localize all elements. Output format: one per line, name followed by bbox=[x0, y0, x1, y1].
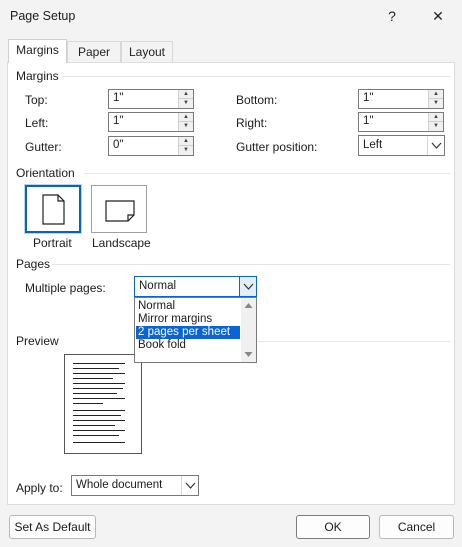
ok-button[interactable]: OK bbox=[296, 515, 370, 539]
gutter-spinner[interactable]: 0" ▲ ▼ bbox=[108, 136, 194, 156]
landscape-label[interactable]: Landscape bbox=[92, 236, 151, 250]
apply-to-label: Apply to: bbox=[16, 481, 63, 495]
spin-down-icon[interactable]: ▼ bbox=[179, 146, 193, 155]
orientation-section-title: Orientation bbox=[16, 166, 75, 180]
dropdown-option-2-pages-per-sheet[interactable]: 2 pages per sheet bbox=[136, 326, 240, 339]
multiple-pages-select[interactable]: Normal bbox=[134, 276, 257, 297]
spin-down-icon[interactable]: ▼ bbox=[179, 122, 193, 131]
spin-up-icon[interactable]: ▲ bbox=[179, 113, 193, 122]
dropdown-scrollbar[interactable] bbox=[241, 298, 256, 362]
close-button[interactable]: ✕ bbox=[418, 3, 458, 29]
preview-divider bbox=[258, 341, 450, 342]
margins-section-title: Margins bbox=[16, 69, 59, 83]
spin-down-icon[interactable]: ▼ bbox=[429, 99, 443, 108]
portrait-label[interactable]: Portrait bbox=[33, 236, 72, 250]
preview-section-title: Preview bbox=[16, 334, 59, 348]
landscape-option[interactable] bbox=[91, 185, 147, 233]
help-button[interactable]: ? bbox=[372, 3, 412, 29]
tab-margins[interactable]: Margins bbox=[8, 39, 67, 63]
chevron-down-icon[interactable] bbox=[181, 476, 198, 495]
tab-paper[interactable]: Paper bbox=[67, 41, 121, 62]
bottom-margin-spinner[interactable]: 1" ▲ ▼ bbox=[358, 89, 444, 109]
gutter-position-value: Left bbox=[363, 139, 383, 151]
spin-down-icon[interactable]: ▼ bbox=[179, 99, 193, 108]
multiple-pages-label: Multiple pages: bbox=[25, 281, 106, 295]
left-margin-value: 1" bbox=[113, 115, 124, 127]
preview-page-thumbnail bbox=[64, 354, 142, 454]
dropdown-option-normal[interactable]: Normal bbox=[136, 300, 240, 313]
right-margin-value: 1" bbox=[363, 115, 374, 127]
gutter-label: Gutter: bbox=[25, 140, 62, 154]
spin-up-icon[interactable]: ▲ bbox=[429, 90, 443, 99]
pages-divider bbox=[52, 264, 450, 265]
pages-section-title: Pages bbox=[16, 257, 51, 271]
top-margin-value: 1" bbox=[113, 92, 124, 104]
chevron-down-icon[interactable] bbox=[427, 136, 444, 155]
left-margin-spinner[interactable]: 1" ▲ ▼ bbox=[108, 112, 194, 132]
scroll-down-icon[interactable] bbox=[241, 348, 256, 360]
left-label: Left: bbox=[25, 116, 49, 130]
bottom-margin-value: 1" bbox=[363, 92, 374, 104]
set-as-default-button[interactable]: Set As Default bbox=[9, 515, 96, 539]
gutter-position-select[interactable]: Left bbox=[358, 135, 445, 156]
window-title: Page Setup bbox=[10, 9, 76, 23]
margins-divider bbox=[62, 76, 450, 77]
cancel-button[interactable]: Cancel bbox=[379, 515, 454, 539]
portrait-option[interactable] bbox=[24, 184, 82, 234]
scroll-up-icon[interactable] bbox=[241, 300, 256, 312]
right-label: Right: bbox=[236, 116, 268, 130]
top-label: Top: bbox=[25, 93, 48, 107]
apply-to-value: Whole document bbox=[76, 479, 163, 491]
spin-up-icon[interactable]: ▲ bbox=[179, 90, 193, 99]
orientation-divider bbox=[84, 173, 450, 174]
gutter-position-label: Gutter position: bbox=[236, 140, 318, 154]
landscape-page-icon bbox=[105, 200, 135, 222]
spin-up-icon[interactable]: ▲ bbox=[429, 113, 443, 122]
dropdown-option-mirror-margins[interactable]: Mirror margins bbox=[136, 313, 240, 326]
chevron-down-icon[interactable] bbox=[239, 277, 256, 296]
top-margin-spinner[interactable]: 1" ▲ ▼ bbox=[108, 89, 194, 109]
portrait-page-icon bbox=[42, 194, 65, 225]
spin-down-icon[interactable]: ▼ bbox=[429, 122, 443, 131]
multiple-pages-dropdown-list: Normal Mirror margins 2 pages per sheet … bbox=[134, 297, 257, 363]
dropdown-option-book-fold[interactable]: Book fold bbox=[136, 339, 240, 352]
bottom-label: Bottom: bbox=[236, 93, 278, 107]
help-icon: ? bbox=[388, 8, 396, 24]
apply-to-select[interactable]: Whole document bbox=[71, 475, 199, 496]
spin-up-icon[interactable]: ▲ bbox=[179, 137, 193, 146]
gutter-value: 0" bbox=[113, 139, 124, 151]
right-margin-spinner[interactable]: 1" ▲ ▼ bbox=[358, 112, 444, 132]
tab-layout[interactable]: Layout bbox=[121, 41, 173, 62]
close-icon: ✕ bbox=[432, 8, 444, 24]
multiple-pages-value: Normal bbox=[139, 280, 177, 292]
